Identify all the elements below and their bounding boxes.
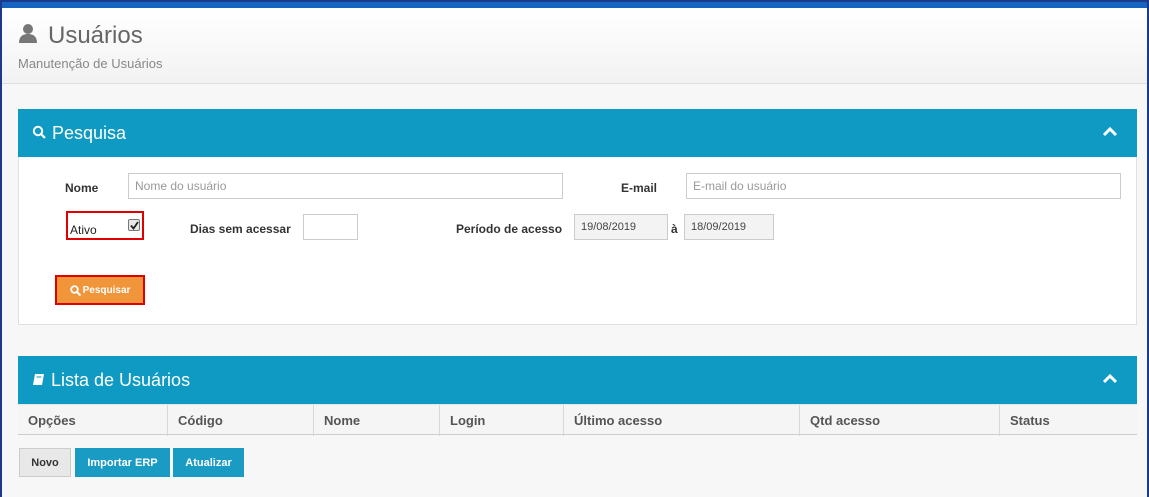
page-subtitle: Manutenção de Usuários (18, 56, 163, 71)
column-header[interactable]: Último acesso (564, 405, 800, 436)
search-button-label: Pesquisar (82, 284, 131, 296)
column-header[interactable]: Qtd acesso (800, 405, 1000, 436)
days-input[interactable] (303, 214, 358, 240)
page-title-text: Usuários (48, 22, 143, 49)
days-label: Dias sem acessar (190, 222, 291, 236)
users-table-header: Opções Código Nome Login Último acesso Q… (18, 404, 1137, 436)
active-label: Ativo (70, 223, 97, 237)
search-button[interactable]: Pesquisar (57, 277, 143, 303)
search-panel-title: Pesquisa (52, 122, 127, 143)
chevron-up-icon[interactable] (1101, 370, 1119, 388)
email-input[interactable] (686, 173, 1121, 199)
search-icon (69, 284, 81, 296)
name-label: Nome (65, 181, 99, 195)
page-title: Usuários (18, 22, 143, 50)
import-erp-button[interactable]: Importar ERP (75, 448, 170, 477)
new-button[interactable]: Novo (19, 448, 71, 477)
refresh-button[interactable]: Atualizar (173, 448, 244, 477)
search-panel-header[interactable]: Pesquisa (18, 109, 1137, 157)
column-header[interactable]: Status (1000, 405, 1137, 436)
chevron-up-icon[interactable] (1101, 123, 1119, 141)
name-input[interactable] (128, 173, 563, 199)
email-label: E-mail (621, 181, 658, 195)
column-header[interactable]: Nome (314, 405, 440, 436)
active-checkbox[interactable] (128, 219, 140, 231)
page-header: Usuários Manutenção de Usuários (2, 8, 1147, 84)
search-icon (32, 123, 46, 144)
period-to-input[interactable] (684, 214, 774, 240)
book-icon (32, 370, 45, 391)
app-frame: Usuários Manutenção de Usuários Pesquisa… (0, 0, 1149, 497)
list-panel-header[interactable]: Lista de Usuários (18, 356, 1137, 404)
period-label: Período de acesso (456, 222, 563, 236)
user-icon (18, 22, 38, 50)
column-header[interactable]: Código (168, 405, 314, 436)
column-header[interactable]: Opções (18, 405, 168, 436)
period-from-input[interactable] (574, 214, 668, 240)
column-header[interactable]: Login (440, 405, 564, 436)
list-panel-title: Lista de Usuários (51, 369, 191, 390)
period-separator: à (671, 222, 678, 236)
